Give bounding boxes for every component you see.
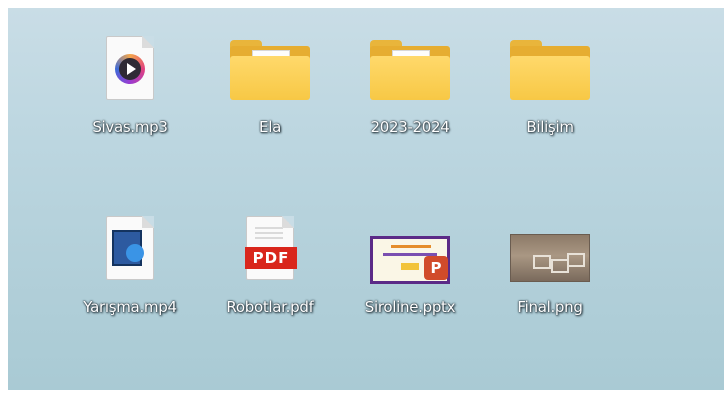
image-file-icon xyxy=(502,216,598,288)
icon-label: Ela xyxy=(259,118,281,136)
icon-label: Bilişim xyxy=(526,118,574,136)
desktop-icon-2023-2024[interactable]: X 2023-2024 xyxy=(345,34,475,154)
audio-file-icon xyxy=(82,36,178,108)
powerpoint-badge: P xyxy=(424,256,448,280)
icon-label: Robotlar.pdf xyxy=(226,298,314,316)
desktop-icon-ela[interactable]: Ela xyxy=(205,34,335,154)
pdf-badge: PDF xyxy=(245,247,297,269)
desktop-icon-final-png[interactable]: Final.png xyxy=(485,214,615,334)
icon-label: 2023-2024 xyxy=(370,118,450,136)
icon-label: Final.png xyxy=(517,298,583,316)
folder-icon: X xyxy=(362,36,458,108)
icon-label: Yarışma.mp4 xyxy=(83,298,177,316)
icon-label: Siroline.pptx xyxy=(364,298,456,316)
folder-icon xyxy=(222,36,318,108)
video-file-icon xyxy=(82,216,178,288)
desktop-icon-bilisim[interactable]: Bilişim xyxy=(485,34,615,154)
desktop-icon-yarisma-mp4[interactable]: Yarışma.mp4 xyxy=(65,214,195,334)
pdf-file-icon: PDF xyxy=(222,216,318,288)
desktop-icon-sivas-mp3[interactable]: Sivas.mp3 xyxy=(65,34,195,154)
powerpoint-file-icon: P xyxy=(362,216,458,288)
icon-label: Sivas.mp3 xyxy=(92,118,168,136)
desktop: Sivas.mp3 Ela X 2023-2024 xyxy=(8,8,724,390)
desktop-icon-siroline-pptx[interactable]: P Siroline.pptx xyxy=(345,214,475,334)
folder-icon xyxy=(502,36,598,108)
desktop-icon-robotlar-pdf[interactable]: PDF Robotlar.pdf xyxy=(205,214,335,334)
